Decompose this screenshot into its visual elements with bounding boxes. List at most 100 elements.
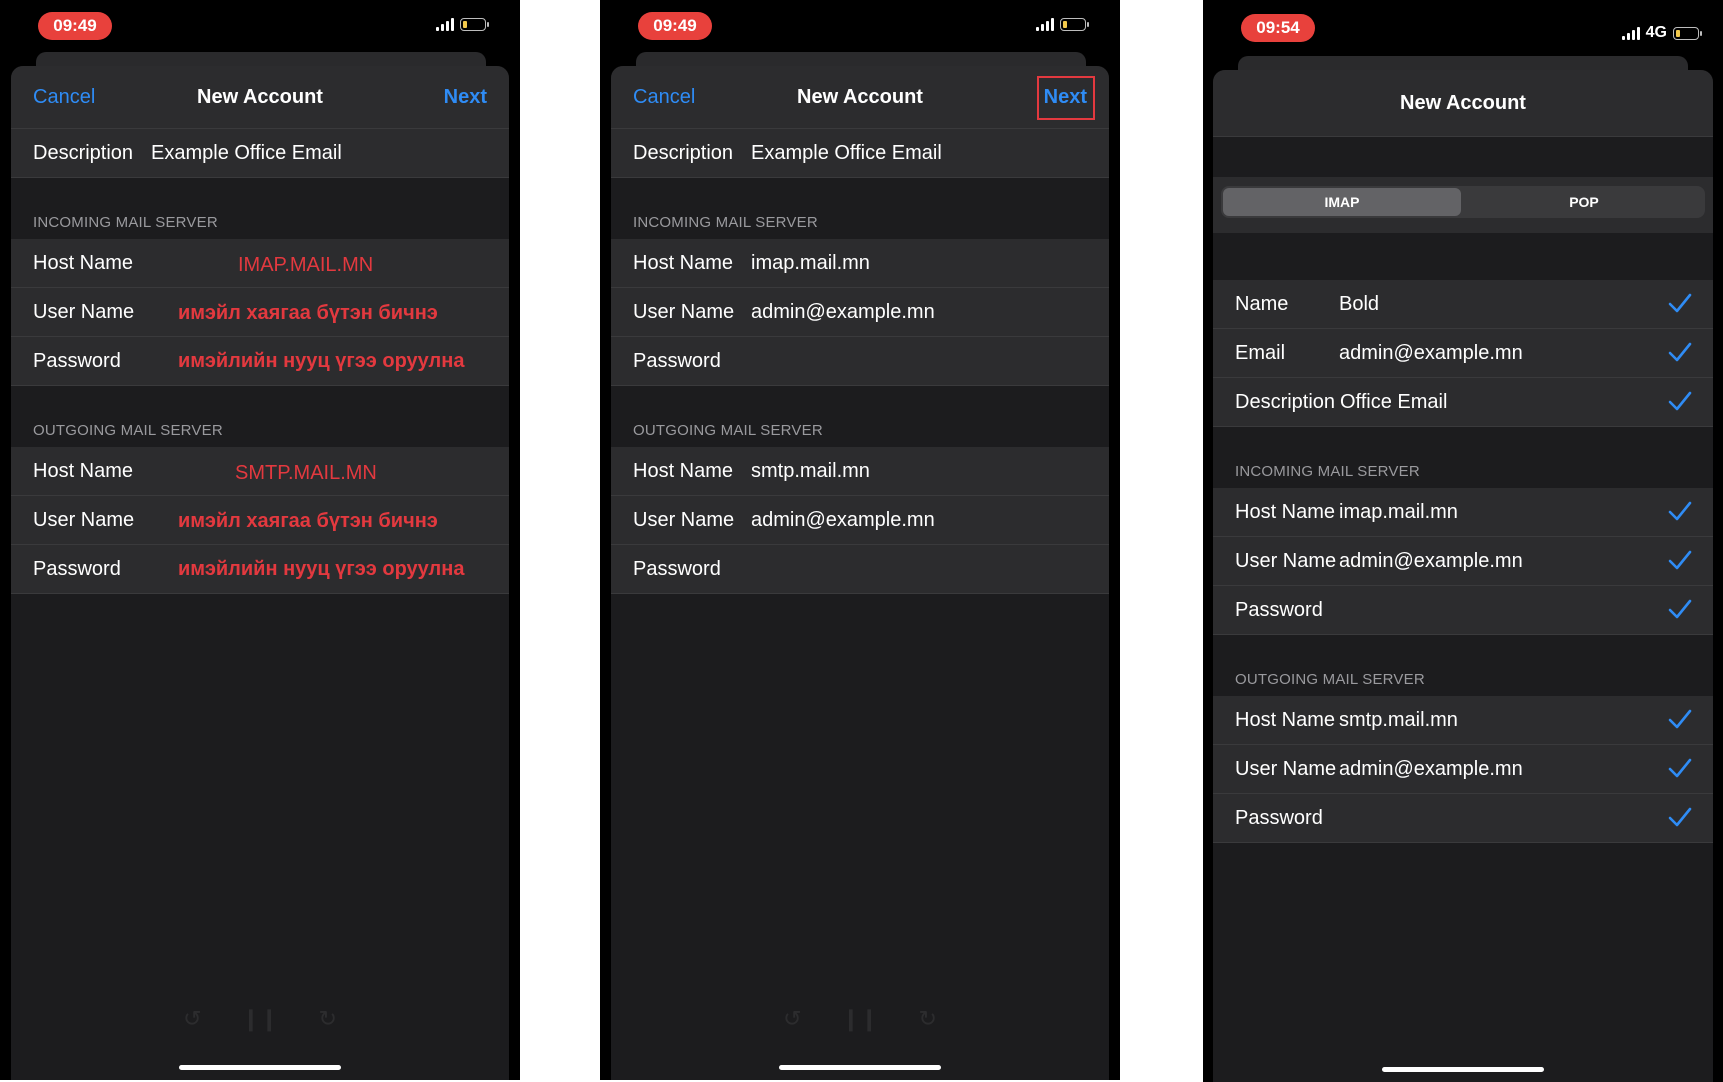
next-button[interactable]: Next xyxy=(444,86,487,109)
incoming-host-row[interactable]: Host Name imap.mail.mn xyxy=(611,239,1109,288)
description-row[interactable]: Description Example Office Email xyxy=(611,129,1109,178)
annotation-password: имэйлийн нууц үгээ оруулна xyxy=(178,350,465,372)
section-header-label: INCOMING MAIL SERVER xyxy=(33,214,218,231)
checkmark-icon xyxy=(1668,391,1692,411)
row-label: User Name xyxy=(633,509,735,531)
annotation-user-name: имэйл хаягаа бүтэн бичнэ xyxy=(178,302,438,324)
checkmark-icon xyxy=(1668,293,1692,313)
signal-icon xyxy=(1621,26,1640,40)
name-row[interactable]: Name Bold xyxy=(1213,280,1713,329)
media-controls: ↺ ❙❙ ↻ xyxy=(611,1006,1109,1032)
incoming-username-row[interactable]: User Name имэйл хаягаа бүтэн бичнэ xyxy=(11,288,509,337)
navigation-bar: Cancel New Account Next xyxy=(611,66,1109,129)
incoming-password-row[interactable]: Password имэйлийн нууц үгээ оруулна xyxy=(11,337,509,386)
row-label: User Name xyxy=(1235,758,1337,780)
incoming-host-row[interactable]: Host Name IMAP.MAIL.MN xyxy=(11,239,509,288)
description-row[interactable]: Description Office Email xyxy=(1213,378,1713,427)
row-label: Description xyxy=(633,142,734,164)
host-name-field[interactable]: smtp.mail.mn xyxy=(751,460,870,483)
row-label: Host Name xyxy=(633,252,734,274)
description-field[interactable]: Office Email xyxy=(1340,391,1447,414)
row-label: Email xyxy=(1235,342,1286,364)
section-header-outgoing: OUTGOING MAIL SERVER xyxy=(1213,635,1713,696)
annotation-password: имэйлийн нууц үгээ оруулна xyxy=(178,558,465,580)
segment-pop[interactable]: POP xyxy=(1463,188,1705,216)
user-name-field[interactable]: admin@example.mn xyxy=(1339,550,1523,573)
outgoing-host-row[interactable]: Host Name smtp.mail.mn xyxy=(1213,696,1713,745)
page-title: New Account xyxy=(197,86,323,108)
outgoing-host-row[interactable]: Host Name SMTP.MAIL.MN xyxy=(11,447,509,496)
outgoing-host-row[interactable]: Host Name smtp.mail.mn xyxy=(611,447,1109,496)
section-header-incoming: INCOMING MAIL SERVER xyxy=(611,178,1109,239)
row-label: Host Name xyxy=(633,460,734,482)
forward-icon: ↻ xyxy=(318,1006,337,1031)
host-name-field[interactable]: smtp.mail.mn xyxy=(1339,709,1458,732)
forward-icon: ↻ xyxy=(918,1006,937,1031)
new-account-sheet: New Account IMAP POP Name Bold Email adm… xyxy=(1213,70,1713,1082)
navigation-bar: New Account xyxy=(1213,70,1713,137)
outgoing-password-row[interactable]: Password имэйлийн нууц үгээ оруулна xyxy=(11,545,509,594)
battery-icon xyxy=(1673,26,1702,40)
incoming-username-row[interactable]: User Name admin@example.mn xyxy=(611,288,1109,337)
media-controls: ↺ ❙❙ ↻ xyxy=(11,1006,509,1032)
status-indicators xyxy=(1036,18,1089,31)
rewind-icon: ↺ xyxy=(183,1006,202,1031)
user-name-field[interactable]: admin@example.mn xyxy=(751,509,935,532)
rewind-icon: ↺ xyxy=(783,1006,802,1031)
next-highlight-box xyxy=(1037,76,1095,120)
checkmark-icon xyxy=(1668,599,1692,619)
email-field[interactable]: admin@example.mn xyxy=(1339,342,1523,365)
page-title: New Account xyxy=(1400,92,1526,114)
pause-icon: ❙❙ xyxy=(241,1006,279,1031)
row-label: Host Name xyxy=(33,252,134,274)
annotation-user-name: имэйл хаягаа бүтэн бичнэ xyxy=(178,510,438,532)
section-header-label: OUTGOING MAIL SERVER xyxy=(633,422,823,439)
pause-icon: ❙❙ xyxy=(841,1006,879,1031)
section-header-incoming: INCOMING MAIL SERVER xyxy=(1213,427,1713,488)
row-label: Host Name xyxy=(1235,501,1336,523)
outgoing-password-row[interactable]: Password xyxy=(1213,794,1713,843)
row-label: Password xyxy=(33,558,121,580)
phone-screenshot-1: 09:49 Cancel New Account Next Descriptio… xyxy=(0,0,520,1080)
account-type-segmented-control: IMAP POP xyxy=(1221,186,1705,218)
outgoing-username-row[interactable]: User Name admin@example.mn xyxy=(611,496,1109,545)
section-header-outgoing: OUTGOING MAIL SERVER xyxy=(611,386,1109,447)
description-field[interactable]: Example Office Email xyxy=(751,142,942,165)
email-row[interactable]: Email admin@example.mn xyxy=(1213,329,1713,378)
description-row[interactable]: Description Example Office Email xyxy=(11,129,509,178)
host-name-field[interactable]: imap.mail.mn xyxy=(1339,501,1458,524)
annotation-host-name: SMTP.MAIL.MN xyxy=(235,462,377,484)
outgoing-username-row[interactable]: User Name имэйл хаягаа бүтэн бичнэ xyxy=(11,496,509,545)
user-name-field[interactable]: admin@example.mn xyxy=(1339,758,1523,781)
incoming-password-row[interactable]: Password xyxy=(611,337,1109,386)
row-label: Host Name xyxy=(1235,709,1336,731)
host-name-field[interactable]: imap.mail.mn xyxy=(751,252,870,275)
incoming-host-row[interactable]: Host Name imap.mail.mn xyxy=(1213,488,1713,537)
name-field[interactable]: Bold xyxy=(1339,293,1379,316)
incoming-username-row[interactable]: User Name admin@example.mn xyxy=(1213,537,1713,586)
row-label: User Name xyxy=(633,301,735,323)
battery-icon xyxy=(460,18,489,31)
section-header-label: OUTGOING MAIL SERVER xyxy=(1235,671,1425,688)
segment-imap[interactable]: IMAP xyxy=(1223,188,1461,216)
checkmark-icon xyxy=(1668,501,1692,521)
status-indicators: 4G xyxy=(1621,24,1702,42)
section-header-label: INCOMING MAIL SERVER xyxy=(1235,463,1420,480)
row-label: Name xyxy=(1235,293,1289,315)
home-indicator xyxy=(179,1065,341,1070)
home-indicator xyxy=(1382,1067,1544,1072)
description-field[interactable]: Example Office Email xyxy=(151,142,342,165)
incoming-password-row[interactable]: Password xyxy=(1213,586,1713,635)
segment-container: IMAP POP xyxy=(1213,177,1713,233)
outgoing-password-row[interactable]: Password xyxy=(611,545,1109,594)
checkmark-icon xyxy=(1668,807,1692,827)
outgoing-username-row[interactable]: User Name admin@example.mn xyxy=(1213,745,1713,794)
row-label: Password xyxy=(633,350,721,372)
section-header-outgoing: OUTGOING MAIL SERVER xyxy=(11,386,509,447)
row-label: Description xyxy=(33,142,134,164)
row-label: Password xyxy=(633,558,721,580)
section-header-label: INCOMING MAIL SERVER xyxy=(633,214,818,231)
section-header-incoming: INCOMING MAIL SERVER xyxy=(11,178,509,239)
user-name-field[interactable]: admin@example.mn xyxy=(751,301,935,324)
status-time: 09:49 xyxy=(638,12,712,40)
